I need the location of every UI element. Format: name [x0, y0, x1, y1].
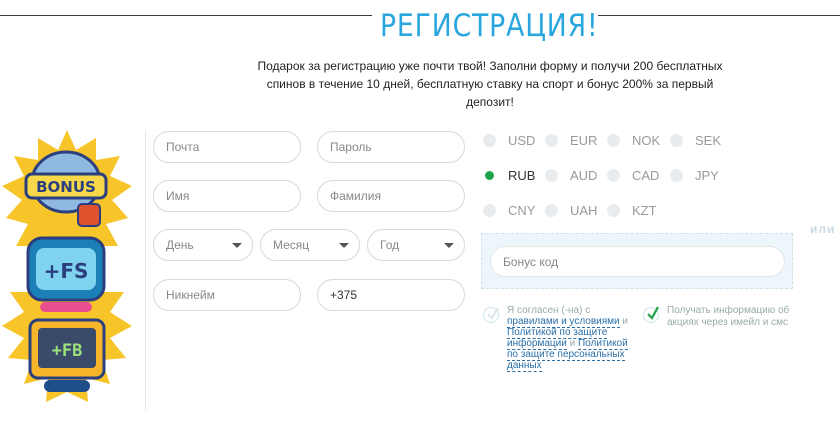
- promo-description: Подарок за регистрацию уже почти твой! З…: [257, 59, 723, 109]
- currency-option-eur[interactable]: EUR: [545, 133, 597, 148]
- chevron-down-icon: [444, 243, 454, 248]
- freespins-robot-icon: +FS: [26, 236, 106, 312]
- currency-option-kzt[interactable]: KZT: [607, 203, 657, 218]
- currency-option-rub[interactable]: RUB: [483, 168, 535, 183]
- promo-artwork: BONUS +FS +FB: [2, 130, 132, 402]
- radio-checked-icon: [483, 169, 496, 182]
- currency-option-cad[interactable]: CAD: [607, 168, 659, 183]
- chevron-down-icon: [339, 243, 349, 248]
- currency-option-jpy[interactable]: JPY: [670, 168, 719, 183]
- page-title: РЕГИСТРАЦИЯ!: [380, 8, 599, 44]
- radio-icon: [483, 204, 496, 217]
- radio-icon: [607, 134, 620, 147]
- bonus-label: BONUS: [36, 178, 96, 196]
- currency-option-nok[interactable]: NOK: [607, 133, 660, 148]
- currency-option-uah[interactable]: UAH: [545, 203, 597, 218]
- radio-icon: [607, 204, 620, 217]
- fs-label: +FS: [44, 259, 89, 283]
- check-icon: [487, 307, 499, 320]
- first-name-field[interactable]: Имя: [153, 180, 301, 212]
- radio-icon: [670, 169, 683, 182]
- terms-checkbox[interactable]: [483, 307, 499, 323]
- email-field[interactable]: Почта: [153, 131, 301, 163]
- radio-icon: [670, 134, 683, 147]
- radio-icon: [545, 134, 558, 147]
- bonus-code-field[interactable]: Бонус код: [490, 246, 785, 277]
- phone-field[interactable]: +375: [317, 279, 465, 311]
- or-label: или: [810, 222, 836, 236]
- chevron-down-icon: [232, 243, 242, 248]
- newsletter-checkbox[interactable]: [643, 306, 659, 323]
- month-select[interactable]: Месяц: [260, 229, 360, 261]
- password-field[interactable]: Пароль: [317, 131, 465, 163]
- header-divider-left: [0, 15, 372, 16]
- radio-icon: [483, 134, 496, 147]
- check-icon: [647, 306, 659, 320]
- header-divider-right: [598, 15, 840, 16]
- year-select[interactable]: Год: [367, 229, 465, 261]
- freebet-robot-icon: +FB: [28, 318, 106, 392]
- radio-icon: [607, 169, 620, 182]
- newsletter-label: Получать информацию об акциях через имей…: [667, 305, 790, 328]
- terms-text: Я согласен (-на) с правилами и условиями…: [507, 305, 628, 372]
- nickname-field[interactable]: Никнейм: [153, 279, 301, 311]
- last-name-field[interactable]: Фамилия: [317, 180, 465, 212]
- currency-option-usd[interactable]: USD: [483, 133, 535, 148]
- radio-icon: [545, 169, 558, 182]
- currency-option-aud[interactable]: AUD: [545, 168, 597, 183]
- radio-icon: [545, 204, 558, 217]
- column-divider: [145, 130, 146, 410]
- day-select[interactable]: День: [153, 229, 253, 261]
- currency-option-cny[interactable]: CNY: [483, 203, 535, 218]
- currency-option-sek[interactable]: SEK: [670, 133, 721, 148]
- fb-label: +FB: [52, 341, 83, 361]
